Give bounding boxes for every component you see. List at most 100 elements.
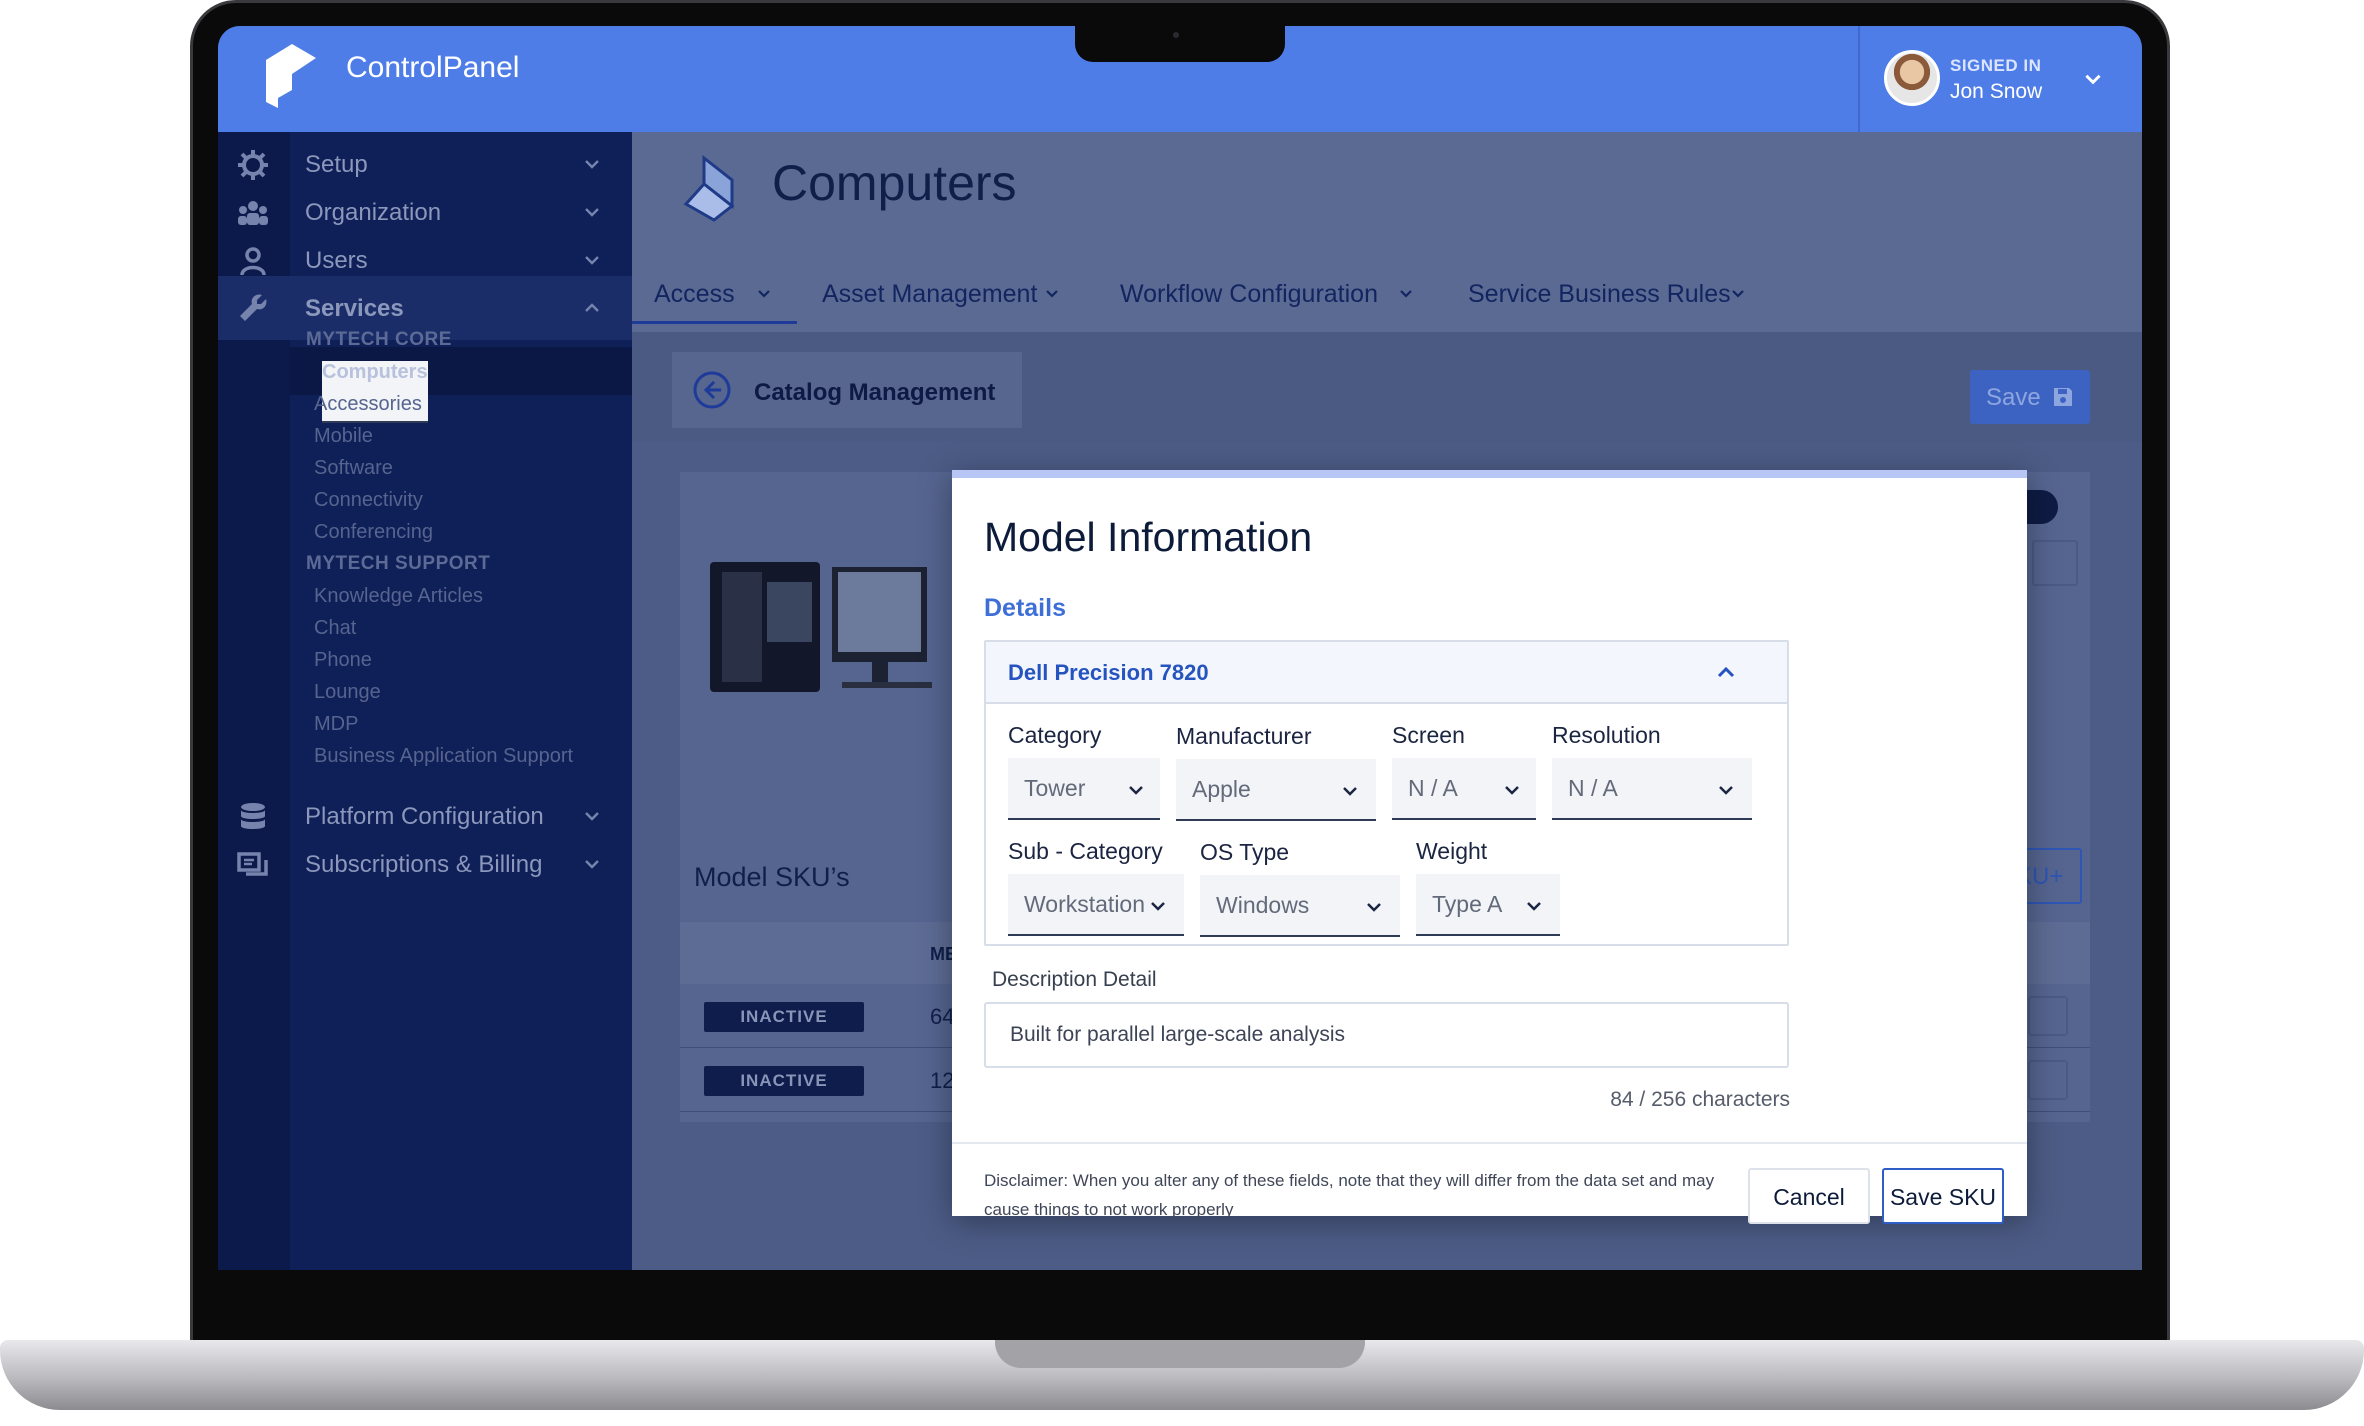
model-information-dialog: Model Information Details Dell Precision… xyxy=(952,470,2027,1224)
character-count: 84 / 256 characters xyxy=(1610,1088,1790,1111)
profile-menu[interactable]: SIGNED IN Jon Snow xyxy=(1858,26,2142,132)
signed-in-label: SIGNED IN xyxy=(1950,56,2042,75)
camera-notch xyxy=(1075,26,1285,62)
sidebar-sub-knowledge-articles[interactable]: Knowledge Articles xyxy=(314,585,483,608)
sidebar-item-label: Platform Configuration xyxy=(305,803,544,830)
card-more-button[interactable] xyxy=(2032,540,2078,586)
sidebar-item-label: Organization xyxy=(305,199,442,226)
sidebar-sub-mobile[interactable]: Mobile xyxy=(314,425,373,448)
sidebar-sub-software[interactable]: Software xyxy=(314,457,393,480)
sidebar-item-label: Subscriptions & Billing xyxy=(305,851,543,878)
screen: ControlPanel SIGNED IN Jon Snow Setup Or… xyxy=(218,26,2142,1270)
tab-label: Workflow Configuration xyxy=(1120,280,1378,308)
cancel-label: Cancel xyxy=(1773,1184,1845,1210)
chevron-down-icon xyxy=(585,256,599,265)
cancel-button[interactable]: Cancel xyxy=(1748,1168,1870,1224)
chevron-down-icon xyxy=(1343,787,1357,796)
chevron-down-icon xyxy=(585,160,599,169)
save-sku-button[interactable]: Save SKU xyxy=(1882,1168,2004,1224)
laptop-icon xyxy=(683,154,735,222)
weight-select[interactable]: Type A xyxy=(1416,874,1560,936)
tab-bar: Access Asset Management Workflow Configu… xyxy=(632,264,2142,324)
chevron-down-icon[interactable] xyxy=(2082,68,2104,90)
screen-label: Screen xyxy=(1392,722,1465,748)
model-accordion: Dell Precision 7820 Category Tower Manuf… xyxy=(984,640,1789,946)
sidebar-item-label: Users xyxy=(305,247,368,274)
floppy-disk-icon xyxy=(2054,388,2072,406)
tab-access[interactable]: Access xyxy=(632,264,797,324)
user-icon xyxy=(240,247,266,276)
tab-label: Service Business Rules xyxy=(1468,280,1731,308)
chevron-down-icon xyxy=(1719,786,1733,795)
breadcrumb-bar: Catalog Management Save xyxy=(632,332,2142,442)
tab-service-business-rules[interactable]: Service Business Rules xyxy=(1468,264,1758,324)
tab-label: Asset Management xyxy=(822,280,1038,308)
screen-select[interactable]: N / A xyxy=(1392,758,1536,820)
accordion-header[interactable]: Dell Precision 7820 xyxy=(986,642,1787,704)
modal-title: Model Information xyxy=(984,514,1313,560)
description-value: Built for parallel large-scale analysis xyxy=(1010,1023,1345,1046)
database-icon xyxy=(241,803,265,829)
os-type-value: Windows xyxy=(1216,892,1310,918)
os-type-select[interactable]: Windows xyxy=(1200,875,1400,937)
subcategory-label: Sub - Category xyxy=(1008,838,1163,864)
tab-label: Access xyxy=(654,280,735,308)
tab-workflow-configuration[interactable]: Workflow Configuration xyxy=(1120,264,1412,324)
sidebar-sub-phone[interactable]: Phone xyxy=(314,649,372,672)
sku-section-title: Model SKU’s xyxy=(694,862,850,892)
sidebar-sub-accessories[interactable]: Accessories xyxy=(314,393,422,416)
subcategory-select[interactable]: Workstation xyxy=(1008,874,1184,936)
sidebar-item-label: Services xyxy=(305,295,404,322)
sidebar-sub-conferencing[interactable]: Conferencing xyxy=(314,521,433,544)
back-arrow-icon[interactable] xyxy=(692,370,732,410)
manufacturer-select[interactable]: Apple xyxy=(1176,759,1376,821)
save-sku-label: Save SKU xyxy=(1889,1184,1997,1210)
row-more-button[interactable] xyxy=(2028,996,2068,1036)
chevron-down-icon xyxy=(1046,290,1058,298)
sidebar-item-label: Setup xyxy=(305,151,368,178)
row-value: 12 xyxy=(930,1068,955,1093)
status-badge: INACTIVE xyxy=(704,1066,864,1096)
resolution-label: Resolution xyxy=(1552,722,1661,748)
sidebar-item-subscriptions-billing[interactable]: Subscriptions & Billing xyxy=(218,832,632,896)
chevron-up-icon[interactable] xyxy=(1714,660,1738,684)
controlpanel-logo-icon xyxy=(266,44,316,108)
category-value: Tower xyxy=(1024,775,1086,801)
gear-icon xyxy=(238,150,268,180)
camera-lens xyxy=(1173,32,1179,38)
chevron-down-icon xyxy=(1527,902,1541,911)
chevron-down-icon xyxy=(585,812,599,821)
chevron-down-icon xyxy=(1129,786,1143,795)
brand-name: ControlPanel xyxy=(346,51,520,84)
chevron-down-icon xyxy=(1505,786,1519,795)
sidebar-sub-business-application-support[interactable]: Business Application Support xyxy=(314,745,573,768)
sidebar-sub-lounge[interactable]: Lounge xyxy=(314,681,381,704)
page-title: Computers xyxy=(772,155,1017,211)
breadcrumb: Catalog Management xyxy=(672,352,1022,428)
chevron-down-icon xyxy=(758,290,770,298)
subcategory-value: Workstation xyxy=(1024,891,1146,917)
user-name: Jon Snow xyxy=(1950,80,2043,103)
breadcrumb-title: Catalog Management xyxy=(754,379,996,406)
sidebar-sub-chat[interactable]: Chat xyxy=(314,617,356,640)
chevron-down-icon xyxy=(585,208,599,217)
row-more-button[interactable] xyxy=(2028,1060,2068,1100)
modal-footer: Disclaimer: When you alter any of these … xyxy=(952,1142,2027,1224)
category-select[interactable]: Tower xyxy=(1008,758,1160,820)
laptop-base-notch xyxy=(995,1340,1365,1368)
chevron-up-icon xyxy=(585,303,599,312)
weight-value: Type A xyxy=(1432,891,1503,917)
sidebar-sub-connectivity[interactable]: Connectivity xyxy=(314,489,423,512)
section-mytech-support: MYTECH SUPPORT xyxy=(306,553,491,574)
save-button[interactable]: Save xyxy=(1970,370,2090,424)
chevron-down-icon xyxy=(1367,903,1381,912)
chevron-down-icon xyxy=(1732,290,1744,298)
description-field[interactable]: Built for parallel large-scale analysis xyxy=(984,1002,1789,1068)
model-name: Dell Precision 7820 xyxy=(1008,660,1209,685)
sidebar: Setup Organization Users Services MYTECH… xyxy=(218,132,632,1270)
sidebar-sub-mdp[interactable]: MDP xyxy=(314,713,358,736)
resolution-select[interactable]: N / A xyxy=(1552,758,1752,820)
category-label: Category xyxy=(1008,722,1102,748)
modal-accent-bar xyxy=(952,470,2027,478)
tab-asset-management[interactable]: Asset Management xyxy=(822,264,1072,324)
